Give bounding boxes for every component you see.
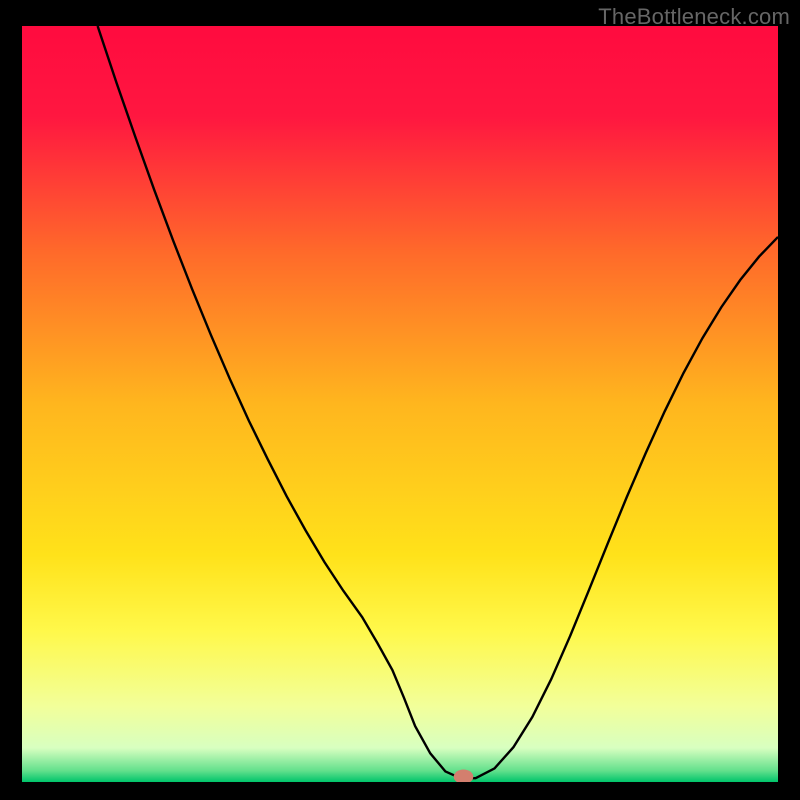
plot-area (22, 26, 778, 782)
chart-frame: TheBottleneck.com (0, 0, 800, 800)
plot-svg (22, 26, 778, 782)
watermark-label: TheBottleneck.com (598, 4, 790, 30)
